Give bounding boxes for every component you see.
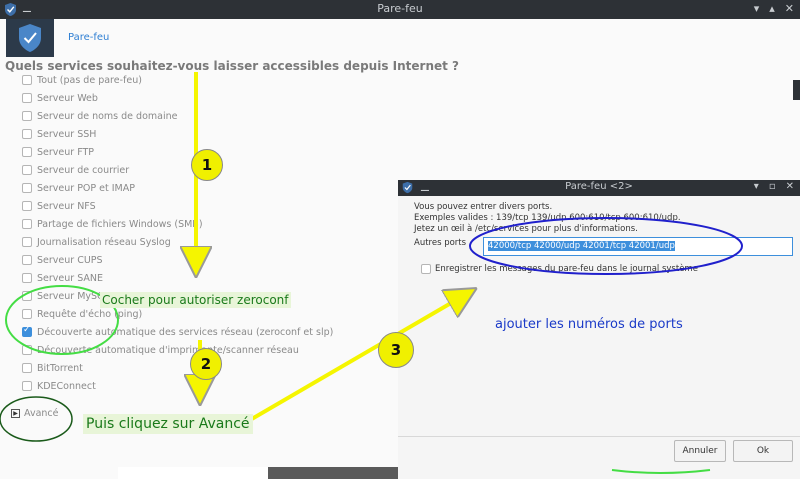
service-label: Serveur MySQL [37, 290, 110, 302]
step2-badge: 2 [190, 348, 222, 380]
service-label: Serveur SSH [37, 128, 97, 140]
service-option[interactable]: Découverte automatique des services rése… [22, 324, 333, 340]
service-checkbox[interactable] [22, 219, 32, 229]
service-checkbox[interactable] [22, 273, 32, 283]
service-checkbox[interactable] [22, 345, 32, 355]
service-label: Découverte automatique d'imprimante/scan… [37, 344, 299, 356]
service-option[interactable]: Serveur de courrier [22, 162, 129, 178]
service-label: Serveur NFS [37, 200, 96, 212]
service-checkbox[interactable] [22, 183, 32, 193]
dialog-maximize-button[interactable]: ▫ [769, 181, 776, 192]
minimize-button[interactable]: ▾ [754, 2, 760, 15]
service-label: KDEConnect [37, 380, 96, 392]
cancel-button[interactable]: Annuler [674, 440, 726, 462]
service-checkbox[interactable] [22, 363, 32, 373]
main-window-title: Pare-feu [377, 2, 423, 15]
service-option[interactable]: Serveur CUPS [22, 252, 103, 268]
advanced-label: Avancé [24, 408, 59, 419]
service-label: Serveur CUPS [37, 254, 103, 266]
service-option[interactable]: Tout (pas de pare-feu) [22, 72, 142, 88]
main-titlebar: ⚊ Pare-feu ▾ ▴ ✕ [0, 0, 800, 19]
step1-badge: 1 [191, 149, 223, 181]
service-option[interactable]: Requête d'écho (ping) [22, 306, 142, 322]
service-option[interactable]: Serveur NFS [22, 198, 96, 214]
dialog-title: Pare-feu <2> [565, 181, 633, 192]
service-checkbox[interactable] [22, 93, 32, 103]
service-label: BitTorrent [37, 362, 83, 374]
firewall-logo-icon [6, 19, 54, 57]
service-option[interactable]: KDEConnect [22, 378, 96, 394]
background-window-edge [793, 80, 800, 100]
ok-button[interactable]: Ok [733, 440, 793, 462]
advanced-button[interactable]: ▶ Avancé [11, 408, 58, 419]
service-option[interactable]: BitTorrent [22, 360, 83, 376]
service-checkbox[interactable] [22, 381, 32, 391]
service-option[interactable]: Serveur FTP [22, 144, 94, 160]
service-label: Serveur POP et IMAP [37, 182, 135, 194]
service-label: Tout (pas de pare-feu) [37, 74, 142, 86]
log-messages-option[interactable]: Enregistrer les messages du pare-feu dan… [421, 264, 698, 274]
dialog-info-line2: Exemples valides : 139/tcp 139/udp 600:6… [414, 213, 681, 223]
log-messages-label: Enregistrer les messages du pare-feu dan… [435, 264, 698, 274]
ports-value: 42000/tcp 42000/udp 42001/tcp 42001/udp [488, 241, 675, 251]
dialog-info-line3: Jetez un œil à /etc/services pour plus d… [414, 224, 638, 234]
service-checkbox[interactable] [22, 325, 32, 337]
service-label: Partage de fichiers Windows (SMB) [37, 218, 203, 230]
service-checkbox[interactable] [22, 255, 32, 265]
service-label: Serveur Web [37, 92, 98, 104]
other-ports-input[interactable]: 42000/tcp 42000/udp 42001/tcp 42001/udp [483, 237, 793, 256]
service-label: Serveur de noms de domaine [37, 110, 178, 122]
log-messages-checkbox[interactable] [421, 264, 431, 274]
service-option[interactable]: Serveur de noms de domaine [22, 108, 177, 124]
service-checkbox[interactable] [22, 237, 32, 247]
breadcrumb-firewall-link[interactable]: Pare-feu [68, 32, 109, 43]
service-label: Serveur FTP [37, 146, 95, 158]
service-option[interactable]: Serveur MySQL [22, 288, 110, 304]
expand-arrow-icon: ▶ [11, 409, 20, 418]
service-label: Serveur de courrier [37, 164, 130, 176]
note-avance: Puis cliquez sur Avancé [83, 414, 253, 434]
service-option[interactable]: Serveur SSH [22, 126, 96, 142]
service-option[interactable]: Serveur Web [22, 90, 98, 106]
dialog-titlebar: ⚊ Pare-feu <2> ▾ ▫ ✕ [398, 180, 800, 196]
step3-badge: 3 [378, 332, 414, 368]
service-checkbox[interactable] [22, 75, 32, 85]
other-ports-label: Autres ports [414, 238, 467, 248]
dialog-close-button[interactable]: ✕ [786, 181, 794, 192]
page-question: Quels services souhaitez-vous laisser ac… [5, 59, 459, 73]
service-option[interactable]: Journalisation réseau Syslog [22, 234, 171, 250]
service-label: Journalisation réseau Syslog [37, 236, 171, 248]
service-checkbox[interactable] [22, 201, 32, 211]
note-ports: ajouter les numéros de ports [495, 317, 683, 332]
service-checkbox[interactable] [22, 309, 32, 319]
maximize-button[interactable]: ▴ [769, 2, 775, 15]
service-label: Requête d'écho (ping) [37, 308, 143, 320]
note-zeroconf: Cocher pour autoriser zeroconf [100, 292, 291, 308]
dialog-minimize-button[interactable]: ▾ [754, 181, 759, 192]
service-option[interactable]: Serveur SANE [22, 270, 103, 286]
service-checkbox[interactable] [22, 111, 32, 121]
service-option[interactable]: Découverte automatique d'imprimante/scan… [22, 342, 299, 358]
dialog-separator [398, 436, 800, 437]
service-checkbox[interactable] [22, 129, 32, 139]
service-option[interactable]: Partage de fichiers Windows (SMB) [22, 216, 203, 232]
bottom-strip [118, 467, 268, 479]
service-label: Découverte automatique des services rése… [37, 326, 334, 338]
service-option[interactable]: Serveur POP et IMAP [22, 180, 135, 196]
service-checkbox[interactable] [22, 291, 32, 301]
service-checkbox[interactable] [22, 165, 32, 175]
service-label: Serveur SANE [37, 272, 104, 284]
dialog-info-line1: Vous pouvez entrer divers ports. [414, 202, 553, 212]
close-button[interactable]: ✕ [785, 2, 794, 15]
service-checkbox[interactable] [22, 147, 32, 157]
